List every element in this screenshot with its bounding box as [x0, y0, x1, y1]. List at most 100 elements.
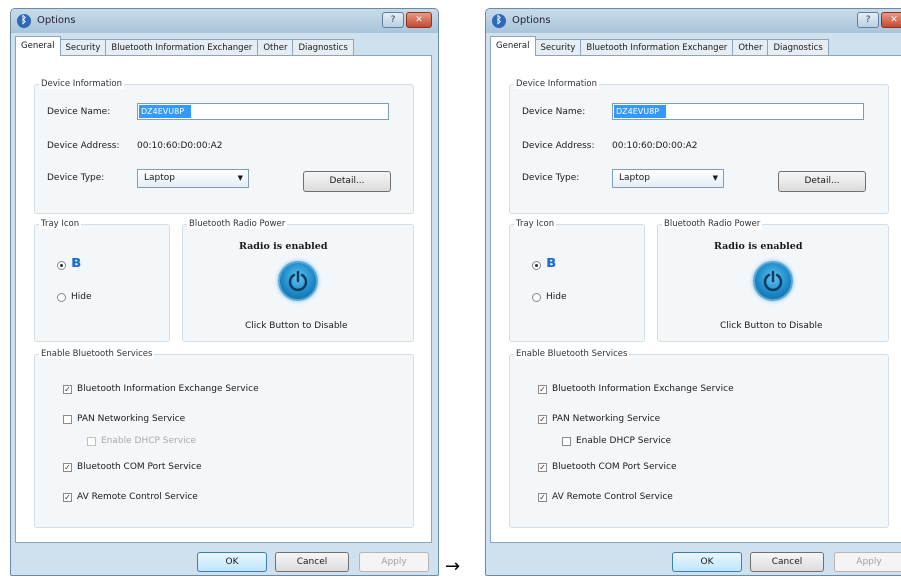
tab-diagnostics[interactable]: Diagnostics [767, 39, 829, 56]
pan-networking-service-checkbox[interactable]: ✓ [538, 415, 547, 424]
radio-power-button[interactable] [753, 261, 793, 301]
device-information-label: Device Information [514, 79, 599, 89]
av-remote-control-service-label: AV Remote Control Service [77, 492, 198, 502]
bluetooth-com-port-service-checkbox[interactable]: ✓ [63, 463, 72, 472]
hide-tray-icon-radio[interactable] [532, 293, 541, 302]
window-title: Options [512, 15, 551, 26]
bluetooth-app-icon: ᛒ [492, 14, 506, 28]
device-type-value: Laptop [144, 173, 175, 183]
radio-status-text: Radio is enabled [714, 241, 803, 252]
enable-dhcp-service-label: Enable DHCP Service [576, 436, 672, 446]
bluetooth-information-exchange-service-checkbox[interactable]: ✓ [538, 385, 547, 394]
bluetooth-radio-power-label: Bluetooth Radio Power [187, 219, 288, 229]
tab-bluetooth-information-exchanger[interactable]: Bluetooth Information Exchanger [105, 39, 259, 56]
help-button[interactable]: ? [382, 12, 404, 28]
enable-dhcp-service-label: Enable DHCP Service [101, 436, 197, 446]
hide-tray-icon-radio[interactable] [57, 293, 66, 302]
bluetooth-information-exchange-service-checkbox[interactable]: ✓ [63, 385, 72, 394]
tab-security[interactable]: Security [534, 39, 582, 56]
detail-button[interactable]: Detail... [303, 171, 391, 192]
tray-icon-label: Tray Icon [39, 219, 82, 229]
general-tab-panel: Device Information Device Name: DZ4EVU8P… [15, 55, 432, 543]
show-tray-icon-radio[interactable] [57, 261, 66, 270]
ok-button[interactable]: OK [197, 552, 267, 572]
window-title: Options [37, 15, 76, 26]
tray-icon-group: Tray Icon ʙ Hide [34, 219, 170, 342]
radio-power-caption: Click Button to Disable [245, 321, 348, 331]
device-type-dropdown[interactable]: Laptop ▼ [137, 169, 249, 188]
chevron-down-icon: ▼ [237, 174, 243, 182]
tab-bluetooth-information-exchanger[interactable]: Bluetooth Information Exchanger [580, 39, 734, 56]
cancel-button[interactable]: Cancel [275, 552, 349, 572]
device-type-label: Device Type: [47, 173, 105, 183]
pan-networking-service-label: PAN Networking Service [552, 414, 661, 424]
pan-networking-service-checkbox[interactable] [63, 415, 72, 424]
tab-general[interactable]: General [15, 36, 61, 56]
av-remote-control-service-label: AV Remote Control Service [552, 492, 673, 502]
bluetooth-radio-power-group: Bluetooth Radio Power Radio is enabled C… [657, 219, 889, 342]
options-dialog-before: ᛒ Options ? ✕ General Security Bluetooth… [10, 8, 439, 576]
bluetooth-tray-icon: ʙ [71, 252, 82, 271]
radio-power-button[interactable] [278, 261, 318, 301]
options-dialog-after: ᛒ Options ? ✕ General Security Bluetooth… [485, 8, 901, 576]
tab-strip: General Security Bluetooth Information E… [15, 36, 354, 56]
device-name-input[interactable]: DZ4EVU8P [137, 103, 389, 120]
tray-icon-group: Tray Icon ʙ Hide [509, 219, 645, 342]
device-address-value: 00:10:60:D0:00:A2 [612, 141, 698, 151]
enable-dhcp-service-checkbox[interactable] [87, 437, 96, 446]
radio-power-caption: Click Button to Disable [720, 321, 823, 331]
device-address-label: Device Address: [522, 141, 595, 151]
enable-bluetooth-services-label: Enable Bluetooth Services [514, 349, 630, 359]
device-information-group: Device Information Device Name: DZ4EVU8P… [509, 79, 889, 214]
enable-bluetooth-services-group: Enable Bluetooth Services ✓ Bluetooth In… [509, 349, 889, 528]
device-type-label: Device Type: [522, 173, 580, 183]
pan-networking-service-label: PAN Networking Service [77, 414, 186, 424]
general-tab-panel: Device Information Device Name: DZ4EVU8P… [490, 55, 901, 543]
bluetooth-com-port-service-label: Bluetooth COM Port Service [77, 462, 202, 472]
hide-label: Hide [71, 292, 92, 302]
radio-status-text: Radio is enabled [239, 241, 328, 252]
close-button[interactable]: ✕ [881, 12, 901, 28]
power-icon [763, 270, 783, 292]
device-name-label: Device Name: [47, 107, 111, 117]
enable-bluetooth-services-label: Enable Bluetooth Services [39, 349, 155, 359]
apply-button[interactable]: Apply [834, 552, 901, 572]
bluetooth-radio-power-group: Bluetooth Radio Power Radio is enabled C… [182, 219, 414, 342]
close-button[interactable]: ✕ [406, 12, 432, 28]
bluetooth-tray-icon: ʙ [546, 252, 557, 271]
tab-other[interactable]: Other [257, 39, 294, 56]
show-tray-icon-radio[interactable] [532, 261, 541, 270]
chevron-down-icon: ▼ [712, 174, 718, 182]
enable-dhcp-service-checkbox[interactable] [562, 437, 571, 446]
bluetooth-information-exchange-service-label: Bluetooth Information Exchange Service [552, 384, 734, 394]
bluetooth-com-port-service-label: Bluetooth COM Port Service [552, 462, 677, 472]
power-icon [288, 270, 308, 292]
av-remote-control-service-checkbox[interactable]: ✓ [538, 493, 547, 502]
bluetooth-information-exchange-service-label: Bluetooth Information Exchange Service [77, 384, 259, 394]
bluetooth-com-port-service-checkbox[interactable]: ✓ [538, 463, 547, 472]
help-button[interactable]: ? [857, 12, 879, 28]
device-address-label: Device Address: [47, 141, 120, 151]
device-address-value: 00:10:60:D0:00:A2 [137, 141, 223, 151]
bluetooth-app-icon: ᛒ [17, 14, 31, 28]
device-name-value: DZ4EVU8P [614, 105, 666, 118]
av-remote-control-service-checkbox[interactable]: ✓ [63, 493, 72, 502]
tab-diagnostics[interactable]: Diagnostics [292, 39, 354, 56]
enable-bluetooth-services-group: Enable Bluetooth Services ✓ Bluetooth In… [34, 349, 414, 528]
tab-other[interactable]: Other [732, 39, 769, 56]
device-name-input[interactable]: DZ4EVU8P [612, 103, 864, 120]
device-type-dropdown[interactable]: Laptop ▼ [612, 169, 724, 188]
bluetooth-radio-power-label: Bluetooth Radio Power [662, 219, 763, 229]
detail-button[interactable]: Detail... [778, 171, 866, 192]
cancel-button[interactable]: Cancel [750, 552, 824, 572]
device-information-label: Device Information [39, 79, 124, 89]
device-type-value: Laptop [619, 173, 650, 183]
transition-arrow: → [445, 556, 461, 577]
apply-button[interactable]: Apply [359, 552, 429, 572]
device-information-group: Device Information Device Name: DZ4EVU8P… [34, 79, 414, 214]
tab-security[interactable]: Security [59, 39, 107, 56]
hide-label: Hide [546, 292, 567, 302]
tab-general[interactable]: General [490, 36, 536, 56]
ok-button[interactable]: OK [672, 552, 742, 572]
device-name-label: Device Name: [522, 107, 586, 117]
